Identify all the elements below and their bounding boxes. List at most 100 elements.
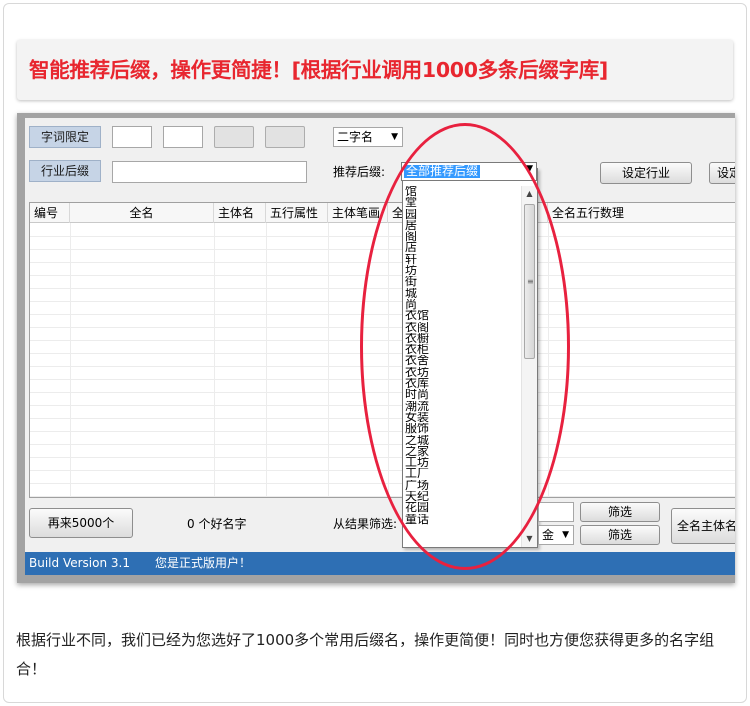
results-table[interactable]: 编号 全名 主体名 五行属性 主体笔画 全 全名五行数理 <box>29 202 735 498</box>
suffix-option[interactable]: 衣坊 <box>405 367 515 378</box>
column-header[interactable]: 编号 <box>30 203 70 223</box>
suffix-option[interactable]: 尚 <box>405 299 515 310</box>
suffix-option[interactable]: 城 <box>405 288 515 299</box>
table-row <box>30 483 735 484</box>
table-row <box>30 496 735 497</box>
description-text: 根据行业不同，我们已经为您选好了1000多个常用后缀名，操作更简便！同时也方便您… <box>16 631 715 678</box>
suffix-option[interactable]: 衣库 <box>405 378 515 389</box>
suffix-option[interactable]: 广场 <box>405 480 515 491</box>
suffix-option[interactable]: 园 <box>405 209 515 220</box>
table-row <box>30 314 735 315</box>
table-row <box>30 249 735 250</box>
suffix-option[interactable]: 天纪 <box>405 491 515 502</box>
suffix-option[interactable]: 衣馆 <box>405 310 515 321</box>
column-header[interactable]: 主体名 <box>214 203 266 223</box>
headline-banner: 智能推荐后缀，操作更简捷！[根据行业调用1000多条后缀字库] <box>17 40 733 100</box>
column-divider <box>548 223 549 497</box>
selected-suffix-value: 全部推荐后缀 <box>404 164 481 178</box>
table-row <box>30 431 735 432</box>
filter-input[interactable] <box>538 502 574 522</box>
suffix-option[interactable]: 衣柜 <box>405 344 515 355</box>
suffix-option[interactable]: 工厂 <box>405 468 515 479</box>
word-limit-input-2[interactable] <box>163 126 203 148</box>
suffix-option[interactable]: 居 <box>405 220 515 231</box>
suffix-option[interactable]: 店 <box>405 242 515 253</box>
build-version: Build Version 3.1 <box>29 556 130 570</box>
suffix-option[interactable]: 女装 <box>405 412 515 423</box>
table-row <box>30 470 735 471</box>
suffix-option[interactable]: 阁 <box>405 231 515 242</box>
filter-button-2[interactable]: 筛选 <box>580 525 660 545</box>
scroll-down-icon[interactable]: ▼ <box>522 531 537 547</box>
scroll-up-icon[interactable]: ▲ <box>522 186 537 202</box>
name-type-select[interactable]: 二字名 ▼ <box>333 127 403 147</box>
table-header: 编号 全名 主体名 五行属性 主体笔画 全 全名五行数理 <box>30 203 735 223</box>
chevron-down-icon: ▼ <box>391 132 398 142</box>
naming-app-window: 字词限定 二字名 ▼ 行业后缀 推荐后缀: 设定行业 设定 编号 全名 主体名 … <box>25 118 735 575</box>
suffix-option[interactable]: 之家 <box>405 446 515 457</box>
table-row <box>30 353 735 354</box>
set-button[interactable]: 设定 <box>709 162 735 184</box>
table-row <box>30 444 735 445</box>
table-row <box>30 327 735 328</box>
suffix-option[interactable]: 衣阁 <box>405 322 515 333</box>
good-name-count: 0 个好名字 <box>187 517 247 531</box>
table-row <box>30 457 735 458</box>
recommend-suffix-select[interactable]: 全部推荐后缀 ▼ <box>401 162 537 181</box>
column-header[interactable]: 全名五行数理 <box>548 203 735 223</box>
column-header[interactable]: 五行属性 <box>266 203 328 223</box>
word-limit-input-1[interactable] <box>112 126 152 148</box>
word-limit-option-1[interactable] <box>214 126 254 148</box>
column-divider <box>388 223 389 497</box>
suffix-dropdown-list[interactable]: 馆堂园居阁店轩坊街城尚衣馆 衣阁 衣橱 衣柜 衣舍 衣坊 衣库 时尚 潮流 女装 服饰 之城 之家 工坊工… <box>402 168 538 548</box>
dropdown-scrollbar[interactable]: ▲ ≡ ▼ <box>521 186 537 547</box>
suffix-option[interactable]: 坊 <box>405 265 515 276</box>
word-limit-option-2[interactable] <box>265 126 305 148</box>
suffix-option[interactable]: 潮流 <box>405 401 515 412</box>
table-row <box>30 379 735 380</box>
column-divider <box>214 223 215 497</box>
column-header[interactable]: 主体笔画 <box>328 203 388 223</box>
suffix-option[interactable]: 时尚 <box>405 389 515 400</box>
suffix-option[interactable]: 服饰 <box>405 423 515 434</box>
suffix-option[interactable]: 街 <box>405 276 515 287</box>
fullname-mainname-button[interactable]: 全名主体名 <box>671 508 735 544</box>
element-select[interactable]: 金 ▼ <box>538 525 574 545</box>
table-row <box>30 405 735 406</box>
column-header[interactable]: 全名 <box>70 203 214 223</box>
suffix-option[interactable]: 馆 <box>405 186 515 197</box>
suffix-option[interactable]: 花园 <box>405 502 515 513</box>
suffix-option[interactable]: 之城 <box>405 435 515 446</box>
user-status: 您是正式版用户！ <box>155 556 252 570</box>
industry-suffix-input[interactable] <box>112 161 307 183</box>
suffix-option[interactable]: 轩 <box>405 254 515 265</box>
table-row <box>30 392 735 393</box>
recommend-suffix-label: 推荐后缀: <box>333 165 386 179</box>
suffix-option[interactable]: 工坊 <box>405 457 515 468</box>
scroll-thumb[interactable]: ≡ <box>524 204 535 359</box>
chevron-down-icon: ▼ <box>526 164 533 174</box>
suffix-option-list: 馆堂园居阁店轩坊街城尚衣馆 衣阁 衣橱 衣柜 衣舍 衣坊 衣库 时尚 潮流 女装 服饰 之城 之家 工坊工… <box>405 186 515 525</box>
more-names-button[interactable]: 再来5000个 <box>29 508 133 538</box>
table-row <box>30 340 735 341</box>
table-row <box>30 262 735 263</box>
word-limit-label: 字词限定 <box>29 126 101 148</box>
filter-label: 从结果筛选: <box>333 517 398 531</box>
suffix-option[interactable]: 衣舍 <box>405 355 515 366</box>
table-row <box>30 275 735 276</box>
column-divider <box>70 223 71 497</box>
table-row <box>30 236 735 237</box>
suffix-option[interactable]: 堂 <box>405 197 515 208</box>
grip-icon: ≡ <box>527 277 534 286</box>
table-row <box>30 288 735 289</box>
filter-button-1[interactable]: 筛选 <box>580 502 660 522</box>
table-row <box>30 366 735 367</box>
table-row <box>30 301 735 302</box>
suffix-option[interactable]: 童话 <box>405 514 515 525</box>
table-row <box>30 418 735 419</box>
set-industry-button[interactable]: 设定行业 <box>600 162 692 184</box>
industry-suffix-label: 行业后缀 <box>29 160 101 182</box>
suffix-option[interactable]: 衣橱 <box>405 333 515 344</box>
column-divider <box>266 223 267 497</box>
app-screenshot-frame: 字词限定 二字名 ▼ 行业后缀 推荐后缀: 设定行业 设定 编号 全名 主体名 … <box>17 113 735 583</box>
